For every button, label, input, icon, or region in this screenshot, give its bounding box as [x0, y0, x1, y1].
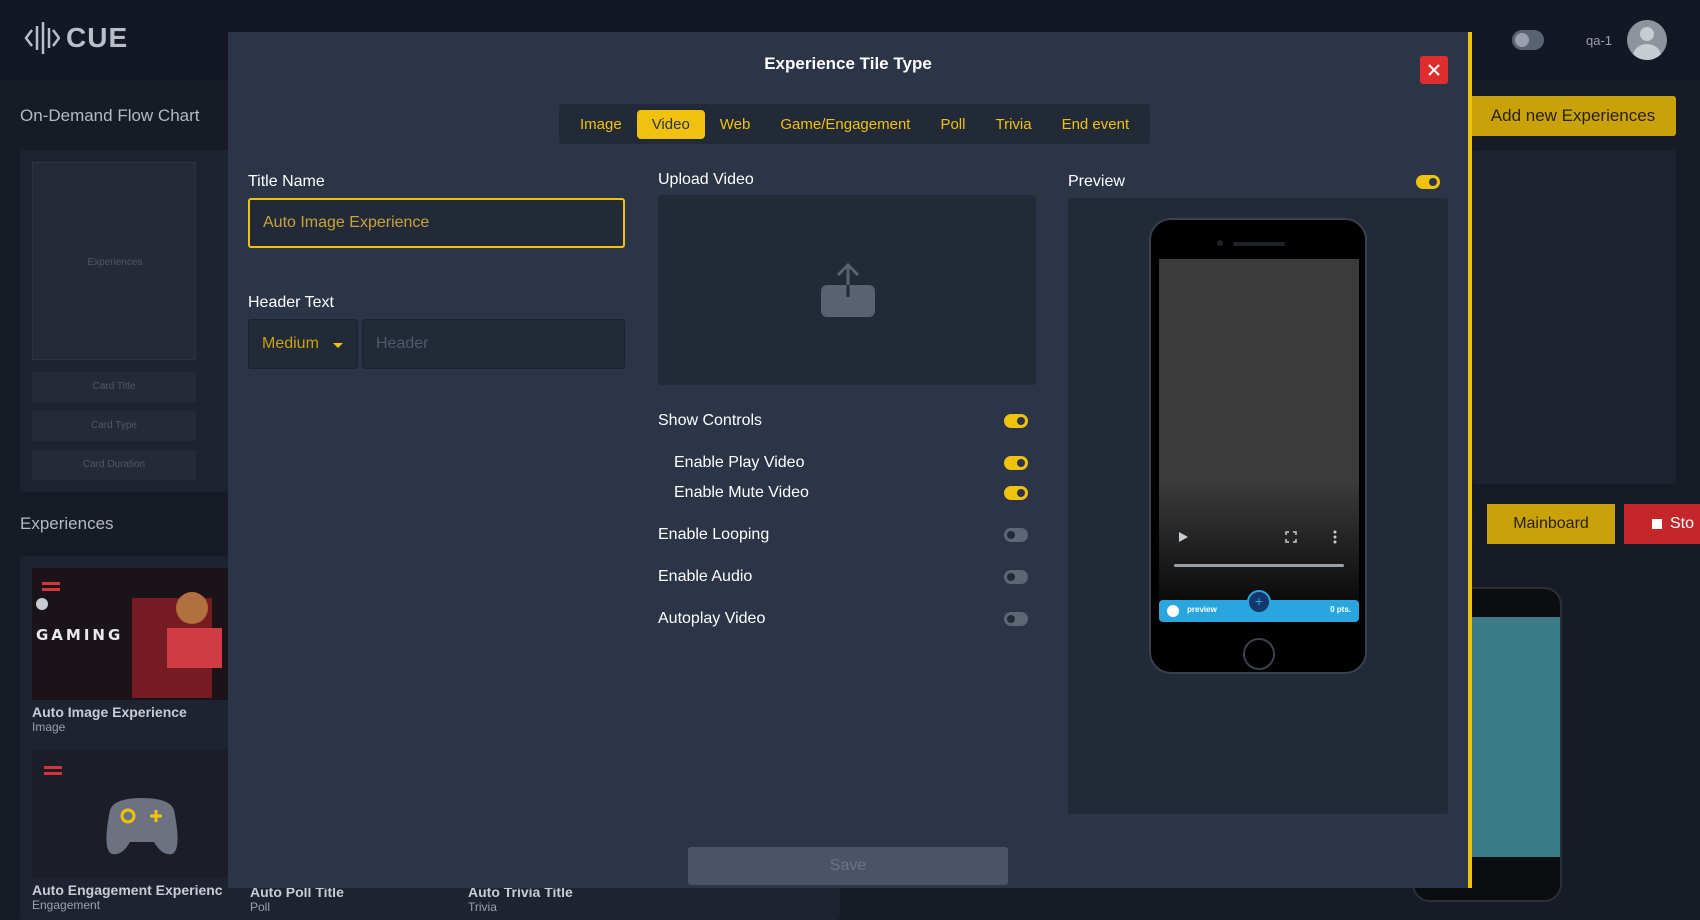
preview-bar-label: preview: [1187, 605, 1217, 614]
avatar[interactable]: [1627, 20, 1667, 60]
experience-tile[interactable]: Auto Engagement Experienc Engagement: [32, 750, 232, 912]
show-controls-toggle[interactable]: [1004, 414, 1028, 428]
save-button[interactable]: Save: [688, 847, 1008, 885]
tab-poll[interactable]: Poll: [925, 110, 980, 139]
header-size-value: Medium: [262, 335, 319, 352]
preview-toggle[interactable]: [1416, 175, 1440, 189]
phone-home-button: [1243, 638, 1275, 670]
user-dot-icon: [1167, 605, 1179, 617]
plus-icon[interactable]: +: [1247, 590, 1271, 614]
autoplay-video-toggle[interactable]: [1004, 612, 1028, 626]
header-text-label: Header Text: [248, 294, 334, 311]
mainboard-button[interactable]: Mainboard: [1487, 504, 1615, 544]
fullscreen-icon: [1285, 531, 1297, 543]
theme-toggle[interactable]: [1512, 30, 1544, 50]
phone-speaker: [1233, 242, 1285, 246]
phone-camera: [1217, 240, 1223, 246]
logo-text: CUE: [66, 22, 129, 53]
tab-game-engagement[interactable]: Game/Engagement: [765, 110, 925, 139]
experience-title: Auto Image Experience: [32, 704, 187, 720]
enable-audio-toggle[interactable]: [1004, 570, 1028, 584]
app-logo[interactable]: CUE: [24, 20, 128, 56]
title-name-label: Title Name: [248, 173, 325, 190]
flow-field-card-type[interactable]: Card Type: [32, 411, 196, 441]
upload-video-label: Upload Video: [658, 171, 754, 188]
tab-web[interactable]: Web: [705, 110, 766, 139]
experience-thumbnail: [32, 750, 232, 878]
experience-thumbnail: GAMING: [32, 568, 232, 700]
experience-tile[interactable]: GAMING Auto Image Experience Image: [32, 568, 232, 734]
flow-field-card-duration[interactable]: Card Duration: [32, 450, 196, 480]
experience-title: Auto Engagement Experienc: [32, 882, 223, 898]
phone-preview: preview + 0 pts.: [1149, 218, 1367, 674]
flow-chart-panel: Experiences Card Title Card Type Card Du…: [20, 150, 240, 492]
enable-mute-video-label: Enable Mute Video: [674, 484, 809, 501]
add-new-experiences-button[interactable]: Add new Experiences: [1470, 96, 1676, 136]
upload-video-dropzone[interactable]: [658, 195, 1036, 385]
flow-card-label: Experiences: [87, 257, 143, 268]
enable-mute-video-toggle[interactable]: [1004, 486, 1028, 500]
tile-type-tabs: Image Video Web Game/Engagement Poll Tri…: [559, 104, 1151, 144]
preview-points-bar: preview + 0 pts.: [1159, 590, 1359, 622]
experience-type: Poll: [250, 900, 271, 914]
experience-type: Engagement: [32, 898, 101, 912]
sound-wave-icon: [24, 22, 60, 54]
preview-panel: preview + 0 pts.: [1068, 198, 1448, 814]
play-icon: [1179, 532, 1188, 542]
preview-label: Preview: [1068, 173, 1125, 190]
tab-image[interactable]: Image: [565, 110, 637, 139]
video-player[interactable]: [1159, 259, 1359, 629]
header-text-input[interactable]: [362, 319, 625, 369]
modal-title: Experience Tile Type: [764, 54, 932, 73]
user-name: qa-1: [1586, 33, 1613, 48]
enable-looping-label: Enable Looping: [658, 526, 770, 543]
close-button[interactable]: [1420, 56, 1448, 84]
stop-label: Sto: [1670, 515, 1695, 532]
title-name-input[interactable]: [248, 198, 625, 248]
flow-chart-title: On-Demand Flow Chart: [20, 106, 200, 125]
autoplay-video-label: Autoplay Video: [658, 610, 766, 627]
svg-text:GAMING: GAMING: [36, 626, 123, 644]
upload-icon: [821, 262, 875, 317]
enable-audio-label: Enable Audio: [658, 568, 753, 585]
video-controls: [1179, 530, 1337, 544]
tab-trivia[interactable]: Trivia: [980, 110, 1046, 139]
show-controls-label: Show Controls: [658, 412, 763, 429]
tab-end-event[interactable]: End event: [1047, 110, 1145, 139]
experiences-title: Experiences: [20, 514, 114, 533]
flow-card[interactable]: Experiences: [32, 162, 196, 360]
experience-tile-type-modal: Experience Tile Type Image Video Web Gam…: [228, 32, 1472, 888]
flow-field-card-title[interactable]: Card Title: [32, 372, 196, 402]
stop-button[interactable]: Sto: [1624, 504, 1700, 544]
enable-play-video-toggle[interactable]: [1004, 456, 1028, 470]
points-value: 0 pts.: [1330, 605, 1351, 614]
right-panel: [1472, 150, 1676, 484]
experience-type: Image: [32, 720, 66, 734]
caret-down-icon: [333, 343, 343, 348]
more-vertical-icon: [1333, 530, 1337, 544]
tab-video[interactable]: Video: [636, 109, 705, 139]
gamepad-icon: [32, 750, 232, 878]
close-icon: [1428, 64, 1440, 76]
header-size-select[interactable]: Medium: [248, 319, 358, 369]
enable-looping-toggle[interactable]: [1004, 528, 1028, 542]
enable-play-video-label: Enable Play Video: [674, 454, 805, 471]
experience-type: Trivia: [468, 900, 497, 914]
gaming-thumbnail-image: GAMING: [32, 568, 232, 700]
video-progress-bar[interactable]: [1174, 564, 1344, 567]
